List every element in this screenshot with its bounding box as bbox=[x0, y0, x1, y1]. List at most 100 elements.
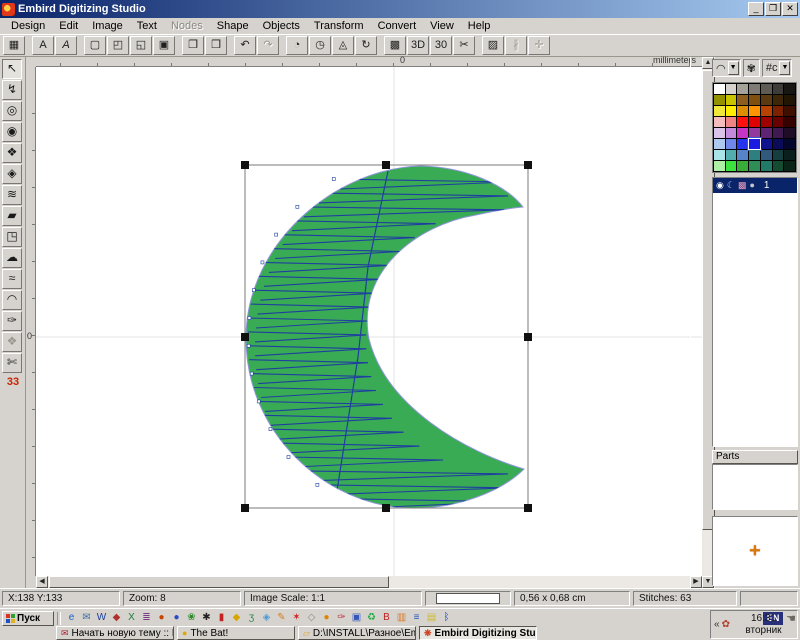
palette-swatch[interactable] bbox=[784, 150, 795, 160]
close-button[interactable]: ✕ bbox=[782, 2, 798, 16]
tray-collapse-chevrons[interactable]: « bbox=[714, 619, 720, 630]
quicklaunch-books-icon[interactable]: ≣ bbox=[139, 611, 154, 625]
palette-swatch[interactable] bbox=[773, 161, 784, 171]
toolbar-undo-button[interactable]: ↶ bbox=[234, 36, 256, 55]
toolbar-speed-gauge-button[interactable]: ◔ bbox=[286, 36, 308, 55]
menu-transform[interactable]: Transform bbox=[307, 18, 371, 34]
toolbar-view-3d-button[interactable]: 3D bbox=[407, 36, 429, 55]
selection-handle[interactable] bbox=[524, 161, 532, 169]
toolbar-rotate-tool-button[interactable]: ↻ bbox=[355, 36, 377, 55]
palette-swatch[interactable] bbox=[761, 106, 772, 116]
selection-handle[interactable] bbox=[241, 333, 249, 341]
toolbar-import-file-button[interactable]: ◱ bbox=[130, 36, 152, 55]
palette-swatch[interactable] bbox=[726, 128, 737, 138]
toolbar-open-file-button[interactable]: ◰ bbox=[107, 36, 129, 55]
palette-swatch[interactable] bbox=[773, 150, 784, 160]
quicklaunch-window-blue-icon[interactable]: ▣ bbox=[349, 611, 364, 625]
palette-swatch[interactable] bbox=[714, 161, 725, 171]
palette-swatch[interactable] bbox=[726, 161, 737, 171]
toolbar-text-transform-button[interactable]: A bbox=[55, 36, 77, 55]
palette-swatch[interactable] bbox=[749, 117, 760, 127]
tool-outline-region-button[interactable]: ◈ bbox=[2, 164, 22, 184]
dropdown-arrow-icon[interactable]: ▼ bbox=[728, 61, 739, 75]
quicklaunch-mail-icon[interactable]: ✉ bbox=[79, 611, 94, 625]
object-row-selected[interactable]: ◉ ☾ ▩ ● 1 bbox=[713, 178, 797, 193]
palette-swatch[interactable] bbox=[737, 95, 748, 105]
palette-swatch[interactable] bbox=[761, 117, 772, 127]
palette-swatch[interactable] bbox=[784, 161, 795, 171]
palette-swatch[interactable] bbox=[714, 150, 725, 160]
palette-swatch[interactable] bbox=[749, 128, 760, 138]
palette-swatch[interactable] bbox=[749, 161, 760, 171]
toolbar-angle-tool-button[interactable]: ◬ bbox=[332, 36, 354, 55]
menu-objects[interactable]: Objects bbox=[256, 18, 307, 34]
palette-swatch[interactable] bbox=[749, 95, 760, 105]
palette-swatch[interactable] bbox=[737, 117, 748, 127]
tool-zoom-1-1-button[interactable]: ◉ bbox=[2, 122, 22, 142]
palette-swatch[interactable] bbox=[749, 84, 760, 94]
menu-image[interactable]: Image bbox=[85, 18, 130, 34]
palette-swatch[interactable] bbox=[761, 128, 772, 138]
parts-list[interactable] bbox=[712, 464, 798, 510]
palette-swatch[interactable] bbox=[749, 106, 760, 116]
palette-swatch[interactable] bbox=[761, 139, 772, 149]
palette-swatch[interactable] bbox=[761, 161, 772, 171]
menu-view[interactable]: View bbox=[423, 18, 461, 34]
tool-arc-stitch-button[interactable]: ◠ bbox=[2, 290, 22, 310]
quicklaunch-diamond-gray-icon[interactable]: ◇ bbox=[304, 611, 319, 625]
palette-swatch[interactable] bbox=[749, 150, 760, 160]
palette-swatch[interactable] bbox=[714, 106, 725, 116]
tool-complex-fill-button[interactable]: ☁ bbox=[2, 248, 22, 268]
palette-swatch[interactable] bbox=[773, 139, 784, 149]
task-button-explorer-folder[interactable]: ▱D:\INSTALL\Разное\Embird bbox=[298, 626, 416, 640]
palette-swatch[interactable] bbox=[761, 84, 772, 94]
palette-swatch[interactable] bbox=[714, 95, 725, 105]
palette-swatch[interactable] bbox=[773, 128, 784, 138]
quicklaunch-word-icon[interactable]: W bbox=[94, 611, 109, 625]
scroll-left-button[interactable]: ◀ bbox=[36, 576, 48, 588]
tool-fill-region-button[interactable]: ❖ bbox=[2, 143, 22, 163]
restore-button[interactable]: ❐ bbox=[765, 2, 781, 16]
palette-swatch[interactable] bbox=[737, 106, 748, 116]
menu-shape[interactable]: Shape bbox=[210, 18, 256, 34]
density-dropdown[interactable]: #c ▼ bbox=[762, 59, 793, 77]
toolbar-paste-button[interactable]: ❒ bbox=[205, 36, 227, 55]
palette-swatch[interactable] bbox=[784, 139, 795, 149]
quicklaunch-internet-explorer-icon[interactable]: e bbox=[64, 611, 79, 625]
visibility-eye-icon[interactable]: ◉ bbox=[716, 179, 724, 192]
quicklaunch-letter-b-icon[interactable]: B bbox=[379, 611, 394, 625]
quicklaunch-star-black-icon[interactable]: ✱ bbox=[199, 611, 214, 625]
palette-swatch[interactable] bbox=[784, 128, 795, 138]
toolbar-density-gauge-button[interactable]: ◷ bbox=[309, 36, 331, 55]
selection-handle[interactable] bbox=[382, 504, 390, 512]
tool-column-arrow-button[interactable]: ◳ bbox=[2, 227, 22, 247]
menu-help[interactable]: Help bbox=[461, 18, 498, 34]
tool-manual-stitch-button[interactable]: ✑ bbox=[2, 311, 22, 331]
quicklaunch-app-red-diamond-icon[interactable]: ◆ bbox=[109, 611, 124, 625]
palette-swatch[interactable] bbox=[726, 139, 737, 149]
task-button-the-bat[interactable]: ●The Bat! bbox=[177, 626, 295, 640]
tool-zoom-button[interactable]: ◎ bbox=[2, 101, 22, 121]
toolbar-image-tool-button[interactable]: ▨ bbox=[482, 36, 504, 55]
menu-text[interactable]: Text bbox=[130, 18, 164, 34]
palette-swatch[interactable] bbox=[737, 128, 748, 138]
palette-swatch[interactable] bbox=[773, 95, 784, 105]
palette-swatch[interactable] bbox=[784, 95, 795, 105]
selection-handle[interactable] bbox=[524, 333, 532, 341]
quicklaunch-note-yellow-icon[interactable]: ▤ bbox=[424, 611, 439, 625]
palette-swatch[interactable] bbox=[761, 95, 772, 105]
selection-handle[interactable] bbox=[382, 161, 390, 169]
quicklaunch-pencil-icon[interactable]: ✎ bbox=[274, 611, 289, 625]
toolbar-stitch-preview-button[interactable]: ▦ bbox=[3, 36, 25, 55]
palette-swatch[interactable] bbox=[726, 106, 737, 116]
quicklaunch-recycle-icon[interactable]: ♻ bbox=[364, 611, 379, 625]
palette-swatch[interactable] bbox=[761, 150, 772, 160]
quicklaunch-ball-orange-icon[interactable]: ● bbox=[319, 611, 334, 625]
toolbar-text-tool-button[interactable]: A bbox=[32, 36, 54, 55]
quicklaunch-lines-blue-icon[interactable]: ≡ bbox=[409, 611, 424, 625]
palette-swatch[interactable] bbox=[784, 106, 795, 116]
curve-style-dropdown[interactable]: ◠ ▼ bbox=[712, 59, 741, 77]
palette-swatch[interactable] bbox=[714, 128, 725, 138]
h-scroll-thumb[interactable] bbox=[49, 576, 389, 588]
horizontal-scrollbar[interactable]: ◀ ▶ bbox=[36, 576, 702, 588]
